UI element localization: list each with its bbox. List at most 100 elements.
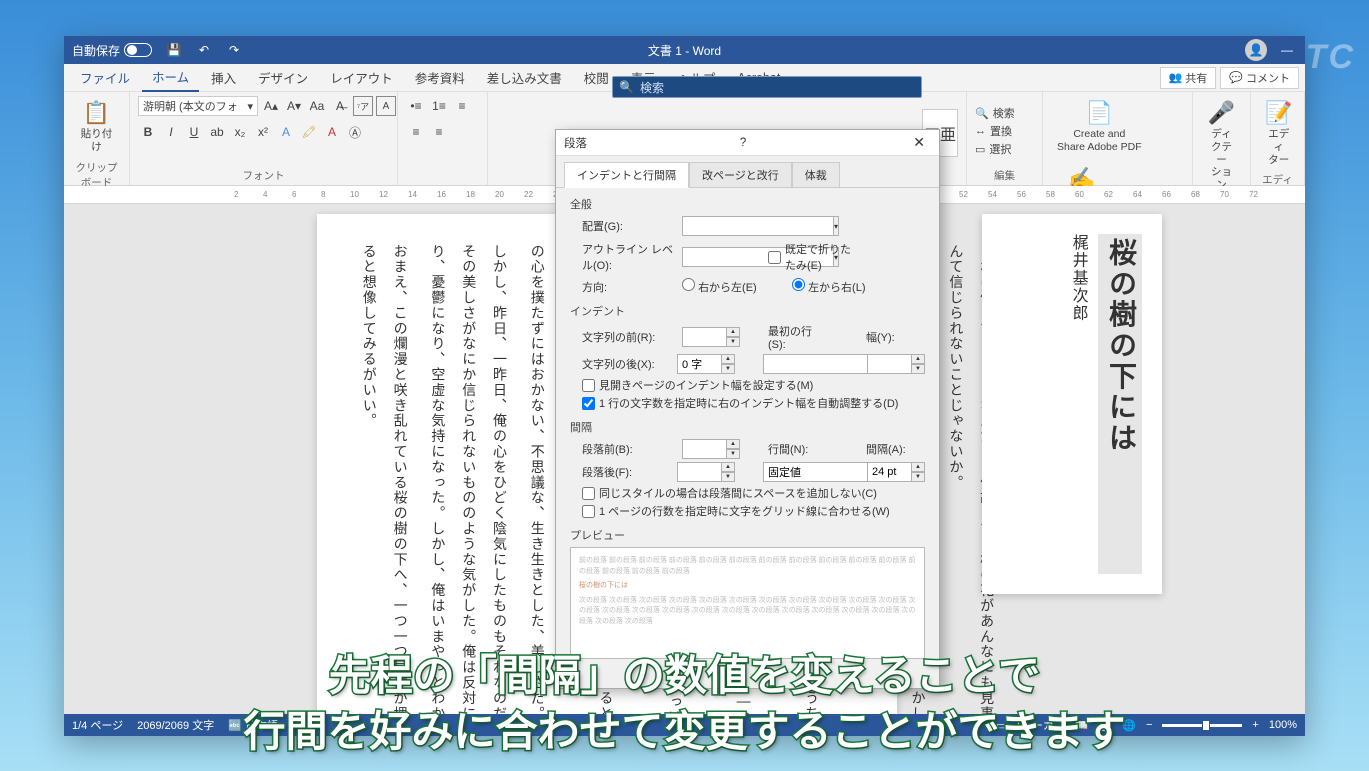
decrease-font-icon[interactable]: A▾ <box>284 96 304 116</box>
highlight-icon[interactable]: 🖍 <box>299 122 319 142</box>
dialog-help-icon[interactable]: ? <box>740 137 746 149</box>
zoom-out-button[interactable]: − <box>1146 719 1152 731</box>
outline-combo[interactable]: ▾ <box>682 247 756 267</box>
spacing-at-spinner[interactable]: ▲▼ <box>867 462 925 482</box>
label-alignment: 配置(G): <box>582 218 674 234</box>
tab-references[interactable]: 参考資料 <box>405 64 475 91</box>
group-voice: 🎤ディクテー ション 音声 <box>1193 92 1251 185</box>
grid-checkbox[interactable]: 1 ページの行数を指定時に文字をグリッド線に合わせる(W) <box>582 503 925 519</box>
group-clipboard: 📋 貼り付け クリップボード <box>64 92 130 185</box>
word-window: 自動保存 💾 ↶ ↷ 文書 1 - Word 👤 — 🔍 検索 ファイル ホーム… <box>64 36 1305 736</box>
minimize-icon[interactable]: — <box>1277 40 1297 60</box>
superscript-button[interactable]: x² <box>253 122 273 142</box>
label-indent-before: 文字列の前(R): <box>582 329 674 345</box>
replace-button[interactable]: ↔置換 <box>975 123 1015 139</box>
status-page[interactable]: 1/4 ページ <box>72 717 123 733</box>
search-icon: 🔍 <box>619 80 634 94</box>
italic-button[interactable]: I <box>161 122 181 142</box>
redo-icon[interactable]: ↷ <box>224 40 244 60</box>
line-spacing-combo[interactable]: ▾ <box>763 462 853 482</box>
phonetic-guide-icon[interactable]: ⁷ア <box>353 96 373 116</box>
zoom-slider[interactable] <box>1162 724 1242 727</box>
radio-ltr[interactable]: 左から右(L) <box>792 278 884 295</box>
editor-icon: 📝 <box>1265 100 1292 126</box>
align-left-icon[interactable]: ≡ <box>406 122 426 142</box>
clear-format-icon[interactable]: A̶ <box>330 96 350 116</box>
bullets-icon[interactable]: •≡ <box>406 96 426 116</box>
status-lang[interactable]: 🔤 日本語 <box>228 717 278 733</box>
auto-indent-checkbox[interactable]: 1 行の文字数を指定時に右のインデント幅を自動調整する(D) <box>582 395 925 411</box>
autosave-toggle[interactable] <box>124 43 152 57</box>
radio-rtl[interactable]: 右から左(E) <box>682 278 774 295</box>
change-case-icon[interactable]: Aa <box>307 96 327 116</box>
tab-design[interactable]: デザイン <box>248 64 318 91</box>
multilevel-icon[interactable]: ≡ <box>452 96 472 116</box>
view-web-icon[interactable]: 🌐 <box>1122 719 1136 732</box>
indent-before-spinner[interactable]: ▲▼ <box>682 327 740 347</box>
tab-insert[interactable]: 挿入 <box>201 64 246 91</box>
bold-button[interactable]: B <box>138 122 158 142</box>
text-effect-icon[interactable]: A <box>276 122 296 142</box>
mirror-indent-checkbox[interactable]: 見開きページのインデント幅を設定する(M) <box>582 377 925 393</box>
zoom-in-button[interactable]: + <box>1252 719 1258 731</box>
alignment-combo[interactable]: ▾ <box>682 216 756 236</box>
user-avatar-icon[interactable]: 👤 <box>1245 39 1267 61</box>
dialog-titlebar[interactable]: 段落 ? ✕ <box>556 130 939 156</box>
save-icon[interactable]: 💾 <box>164 40 184 60</box>
share-icon: 👥 <box>1169 71 1183 84</box>
view-read-icon[interactable]: 📖 <box>1075 719 1089 732</box>
indent-after-spinner[interactable]: ▲▼ <box>677 354 735 374</box>
create-pdf-button[interactable]: 📄Create and Share Adobe PDF <box>1051 96 1148 158</box>
group-acrobat: 📄Create and Share Adobe PDF ✍Request Sig… <box>1043 92 1193 185</box>
first-line-combo[interactable]: ▾ <box>763 354 853 374</box>
underline-button[interactable]: U <box>184 122 204 142</box>
indent-width-spinner[interactable]: ▲▼ <box>867 354 925 374</box>
space-after-spinner[interactable]: ▲▼ <box>677 462 735 482</box>
comment-button[interactable]: 💬コメント <box>1220 67 1299 89</box>
replace-icon: ↔ <box>975 125 986 137</box>
search-box[interactable]: 🔍 検索 <box>612 76 922 98</box>
group-font-label: フォント <box>138 168 389 183</box>
tab-home[interactable]: ホーム <box>142 63 199 92</box>
tab-file[interactable]: ファイル <box>70 64 140 91</box>
dlg-tab-pagebreak[interactable]: 改ページと改行 <box>689 162 792 188</box>
select-button[interactable]: ▭選択 <box>975 141 1015 157</box>
group-font: 游明朝 (本文のフォ▾ A▴ A▾ Aa A̶ ⁷ア A B I U ab x₂… <box>130 92 398 185</box>
view-print-icon[interactable]: 📄 <box>1099 719 1113 732</box>
comment-icon: 💬 <box>1229 71 1243 84</box>
section-indent: インデント 文字列の前(R): ▲▼ 最初の行(S): 幅(Y): 文字列の後(… <box>570 303 925 411</box>
font-color-icon[interactable]: A <box>322 122 342 142</box>
subscript-button[interactable]: x₂ <box>230 122 250 142</box>
nospace-checkbox[interactable]: 同じスタイルの場合は段落間にスペースを追加しない(C) <box>582 485 925 501</box>
dlg-tab-style[interactable]: 体裁 <box>792 162 840 188</box>
align-center-icon[interactable]: ≡ <box>429 122 449 142</box>
dlg-tab-indent[interactable]: インデントと行間隔 <box>564 162 689 188</box>
search-placeholder: 検索 <box>640 79 664 96</box>
tab-layout[interactable]: レイアウト <box>320 64 403 91</box>
label-space-after: 段落後(F): <box>582 464 669 480</box>
char-shading-icon[interactable]: Ⓐ <box>345 122 365 142</box>
font-name-dropdown[interactable]: 游明朝 (本文のフォ▾ <box>138 96 258 116</box>
label-first-line: 最初の行(S): <box>768 323 828 351</box>
space-before-spinner[interactable]: ▲▼ <box>682 439 740 459</box>
dialog-body: 全般 配置(G): ▾ アウトライン レベル(O): ▾ 既定で折りたたみ(E)… <box>556 187 939 688</box>
find-button[interactable]: 🔍検索 <box>975 105 1015 121</box>
enclose-char-icon[interactable]: A <box>376 96 396 116</box>
status-words[interactable]: 2069/2069 文字 <box>137 717 214 733</box>
collapse-checkbox[interactable]: 既定で折りたたみ(E) <box>768 241 860 273</box>
editor-button[interactable]: 📝エディ ター <box>1259 96 1298 170</box>
doc-author-text[interactable]: 梶井基次郎 <box>1066 234 1090 574</box>
undo-icon[interactable]: ↶ <box>194 40 214 60</box>
group-paragraph: •≡ 1≡ ≡ ≡ ≡ <box>398 92 488 185</box>
paste-button[interactable]: 📋 貼り付け <box>72 96 121 158</box>
doc-title-text[interactable]: 桜の樹の下には <box>1098 234 1142 574</box>
increase-font-icon[interactable]: A▴ <box>261 96 281 116</box>
share-button[interactable]: 👥共有 <box>1160 67 1217 89</box>
numbering-icon[interactable]: 1≡ <box>429 96 449 116</box>
focus-mode-button[interactable]: ▭ フォーカス <box>996 717 1064 733</box>
dictate-button[interactable]: 🎤ディクテー ション <box>1201 96 1242 195</box>
dialog-close-icon[interactable]: ✕ <box>907 134 931 151</box>
strike-button[interactable]: ab <box>207 122 227 142</box>
zoom-level[interactable]: 100% <box>1269 719 1297 731</box>
tab-mailings[interactable]: 差し込み文書 <box>477 64 572 91</box>
